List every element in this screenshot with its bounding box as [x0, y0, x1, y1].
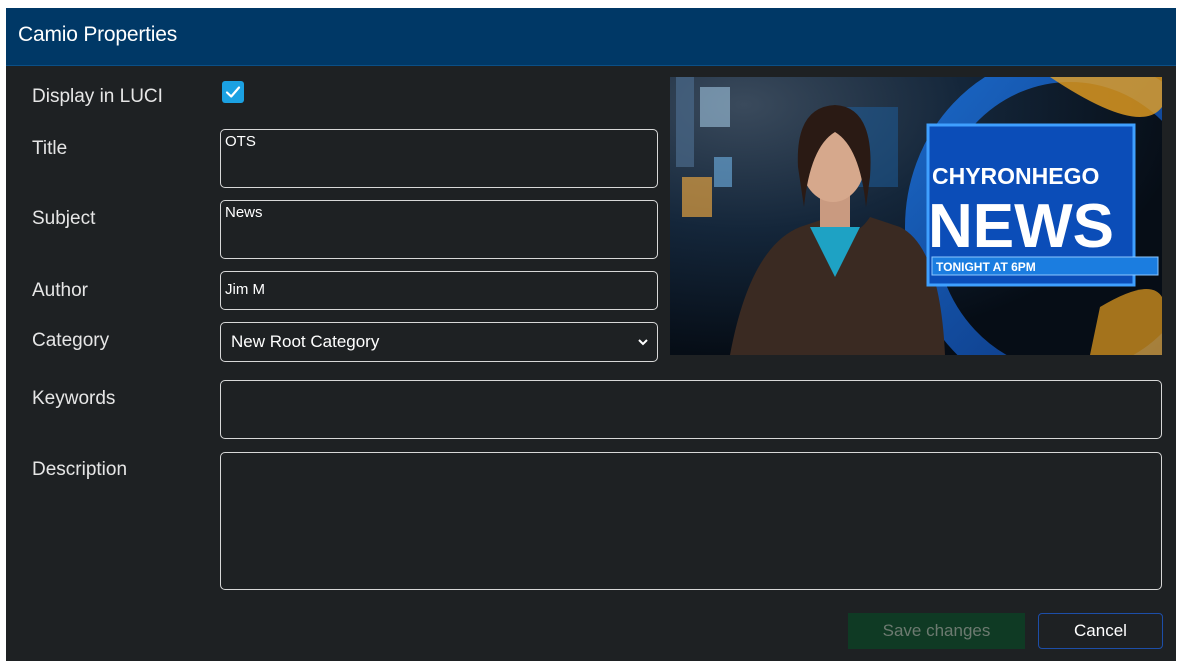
- title-field[interactable]: OTS: [220, 129, 658, 188]
- description-field[interactable]: [220, 452, 1162, 590]
- preview-brand-line2: NEWS: [928, 192, 1114, 261]
- title-label: Title: [32, 138, 68, 159]
- author-field[interactable]: [220, 271, 658, 310]
- keywords-field[interactable]: [220, 380, 1162, 439]
- chevron-down-icon: [638, 339, 648, 346]
- category-label: Category: [32, 330, 110, 351]
- category-select[interactable]: New Root Category: [220, 322, 658, 362]
- preview-tagline: TONIGHT AT 6PM: [936, 260, 1036, 274]
- preview-brand-line1: CHYRONHEGO: [932, 163, 1099, 189]
- subject-field[interactable]: News: [220, 200, 658, 259]
- save-changes-button[interactable]: Save changes: [848, 613, 1025, 649]
- subject-label: Subject: [32, 208, 96, 229]
- dialog-title: Camio Properties: [18, 23, 178, 46]
- author-label: Author: [32, 280, 88, 301]
- keywords-label: Keywords: [32, 388, 116, 409]
- cancel-button[interactable]: Cancel: [1038, 613, 1163, 649]
- category-selected-value: New Root Category: [231, 332, 380, 351]
- display-in-luci-checkbox[interactable]: [222, 81, 244, 103]
- display-in-luci-label: Display in LUCI: [32, 86, 163, 107]
- camio-properties-dialog: Camio Properties Display in LUCI Title O…: [6, 8, 1176, 661]
- checkmark-icon: [225, 86, 241, 98]
- dialog-titlebar: Camio Properties: [6, 8, 1176, 66]
- description-label: Description: [32, 459, 128, 480]
- news-anchor-image: CHYRONHEGO NEWS TONIGHT AT 6PM: [670, 77, 1162, 355]
- video-preview-thumbnail: CHYRONHEGO NEWS TONIGHT AT 6PM: [670, 77, 1162, 355]
